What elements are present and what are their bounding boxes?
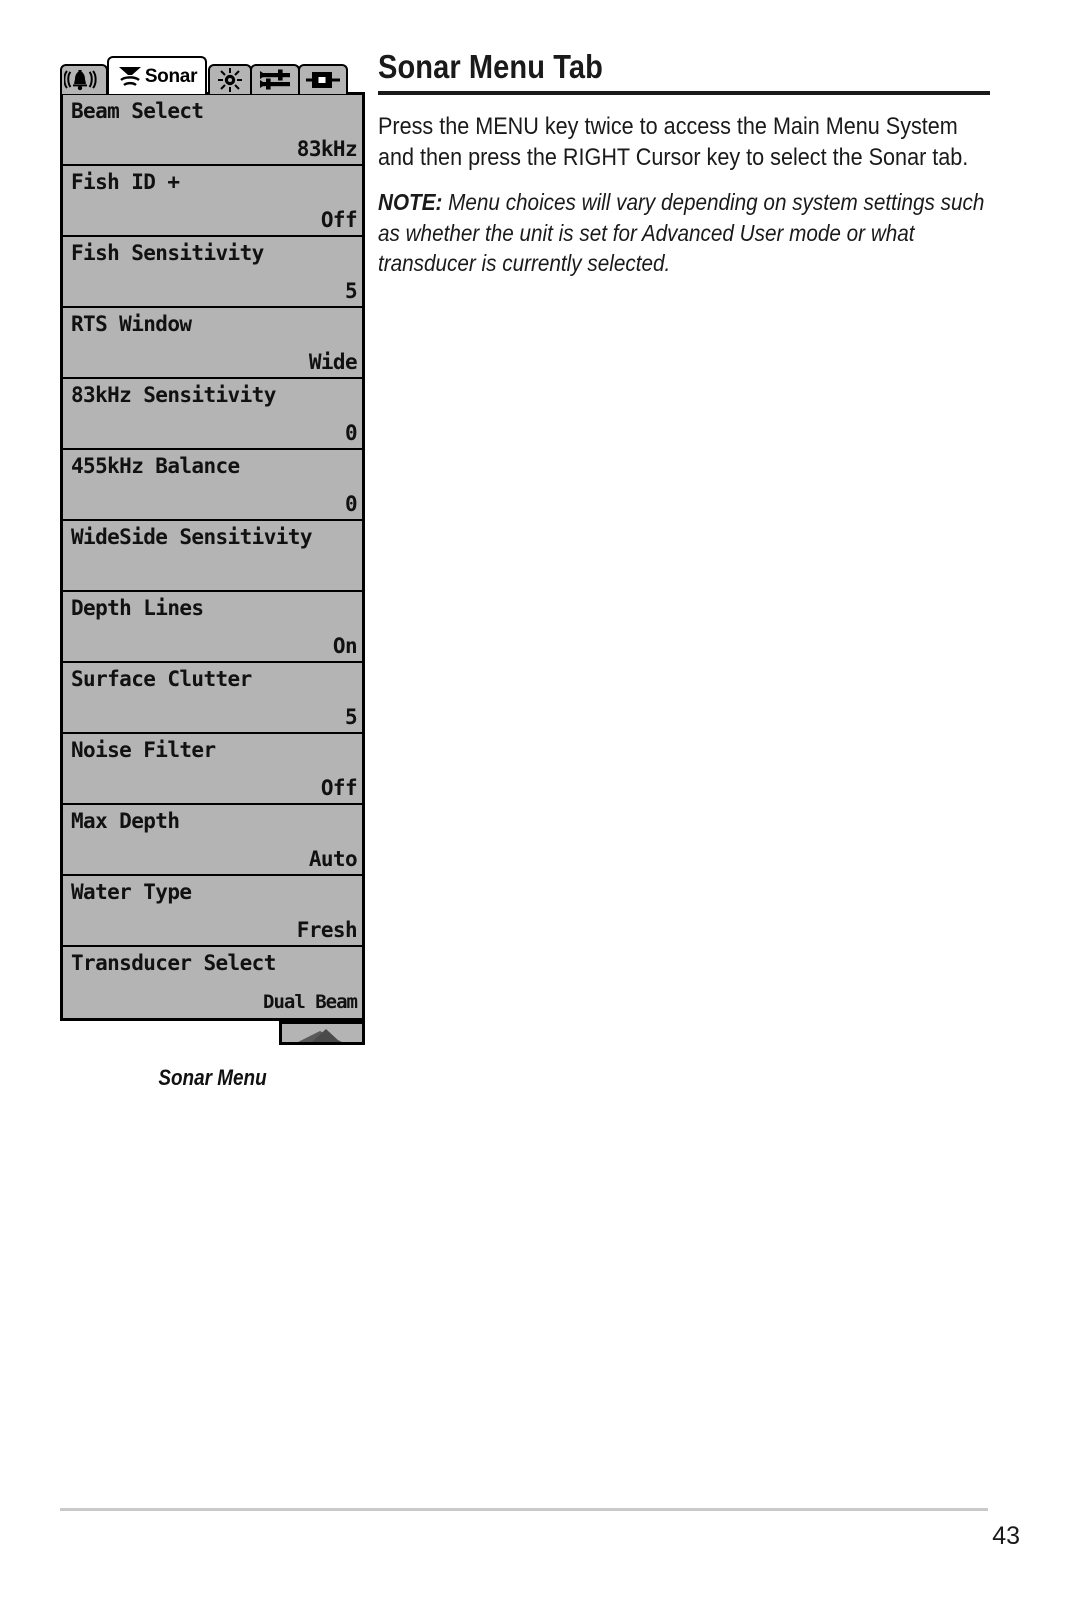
menu-item-value: Auto	[308, 847, 358, 871]
menu-item-depth-lines[interactable]: Depth Lines On	[63, 592, 362, 663]
scroll-up-indicator[interactable]	[279, 1021, 365, 1045]
menu-tab-strip: Sonar	[60, 56, 365, 94]
footer-divider	[60, 1508, 988, 1511]
menu-item-fish-id[interactable]: Fish ID + Off	[63, 166, 362, 237]
menu-item-label: Fish ID +	[71, 170, 180, 194]
sonar-menu-figure: Sonar Beam Select 83kHz Fish ID + Off Fi…	[60, 56, 365, 1091]
menu-item-455khz-balance[interactable]: 455kHz Balance 0	[63, 450, 362, 521]
menu-item-value: 5	[344, 705, 358, 729]
menu-item-surface-clutter[interactable]: Surface Clutter 5	[63, 663, 362, 734]
tab-tools[interactable]	[250, 64, 300, 94]
menu-item-label: 455kHz Balance	[71, 454, 240, 478]
menu-item-noise-filter[interactable]: Noise Filter Off	[63, 734, 362, 805]
title-divider	[378, 90, 990, 95]
menu-item-value: Dual Beam	[263, 991, 358, 1013]
menu-item-value: On	[332, 634, 358, 658]
menu-item-value: 83kHz	[296, 137, 358, 161]
scroll-indicator-row	[60, 1021, 365, 1047]
menu-item-label: 83kHz Sensitivity	[71, 383, 276, 407]
menu-item-max-depth[interactable]: Max Depth Auto	[63, 805, 362, 876]
menu-item-label: Noise Filter	[71, 738, 216, 762]
menu-item-value: 0	[344, 492, 358, 516]
tab-setup[interactable]	[208, 64, 252, 94]
scroll-arrow-peak-icon	[312, 1029, 340, 1042]
page-title: Sonar Menu Tab	[378, 48, 603, 85]
menu-item-fish-sensitivity[interactable]: Fish Sensitivity 5	[63, 237, 362, 308]
menu-item-value: Off	[320, 776, 358, 800]
manual-page: Sonar Beam Select 83kHz Fish ID + Off Fi…	[0, 0, 1080, 1620]
figure-caption: Sonar Menu	[158, 1065, 267, 1090]
article-content: Sonar Menu Tab Press the MENU key twice …	[378, 48, 990, 279]
menu-item-water-type[interactable]: Water Type Fresh	[63, 876, 362, 947]
tab-accessories[interactable]	[298, 64, 348, 94]
menu-item-beam-select[interactable]: Beam Select 83kHz	[63, 95, 362, 166]
menu-item-rts-window[interactable]: RTS Window Wide	[63, 308, 362, 379]
menu-item-value: Wide	[308, 350, 358, 374]
brightness-sun-icon	[216, 67, 244, 93]
menu-item-label: Beam Select	[71, 99, 204, 123]
menu-item-label: Fish Sensitivity	[71, 241, 264, 265]
accessory-box-icon	[306, 69, 340, 91]
menu-item-value: Fresh	[296, 918, 358, 942]
menu-item-83khz-sensitivity[interactable]: 83kHz Sensitivity 0	[63, 379, 362, 450]
menu-item-transducer-select[interactable]: Transducer Select Dual Beam	[63, 947, 362, 1018]
menu-item-label: Depth Lines	[71, 596, 204, 620]
tab-sonar-label: Sonar	[144, 65, 198, 87]
note-body: Menu choices will vary depending on syst…	[378, 189, 985, 277]
menu-item-value: 0	[344, 421, 358, 445]
wrench-sliders-icon	[258, 68, 292, 92]
page-number: 43	[992, 1522, 1020, 1550]
menu-item-label: WideSide Sensitivity	[71, 525, 312, 549]
tab-alarms[interactable]	[60, 64, 108, 94]
alarm-bell-icon	[64, 69, 104, 91]
menu-item-label: Max Depth	[71, 809, 180, 833]
intro-paragraph: Press the MENU key twice to access the M…	[378, 112, 969, 171]
note-paragraph: NOTE: Menu choices will vary depending o…	[378, 187, 990, 279]
sonar-menu-list: Beam Select 83kHz Fish ID + Off Fish Sen…	[60, 92, 365, 1021]
menu-item-value: Off	[320, 208, 358, 232]
note-label: NOTE:	[378, 189, 443, 216]
menu-item-label: RTS Window	[71, 312, 192, 336]
menu-item-label: Surface Clutter	[71, 667, 252, 691]
menu-item-label: Transducer Select	[71, 951, 276, 975]
tab-sonar[interactable]: Sonar	[107, 56, 207, 94]
menu-item-value: 5	[344, 279, 358, 303]
menu-item-label: Water Type	[71, 880, 192, 904]
sonar-cone-icon	[117, 63, 143, 89]
menu-item-wideside-sensitivity[interactable]: WideSide Sensitivity	[63, 521, 362, 592]
